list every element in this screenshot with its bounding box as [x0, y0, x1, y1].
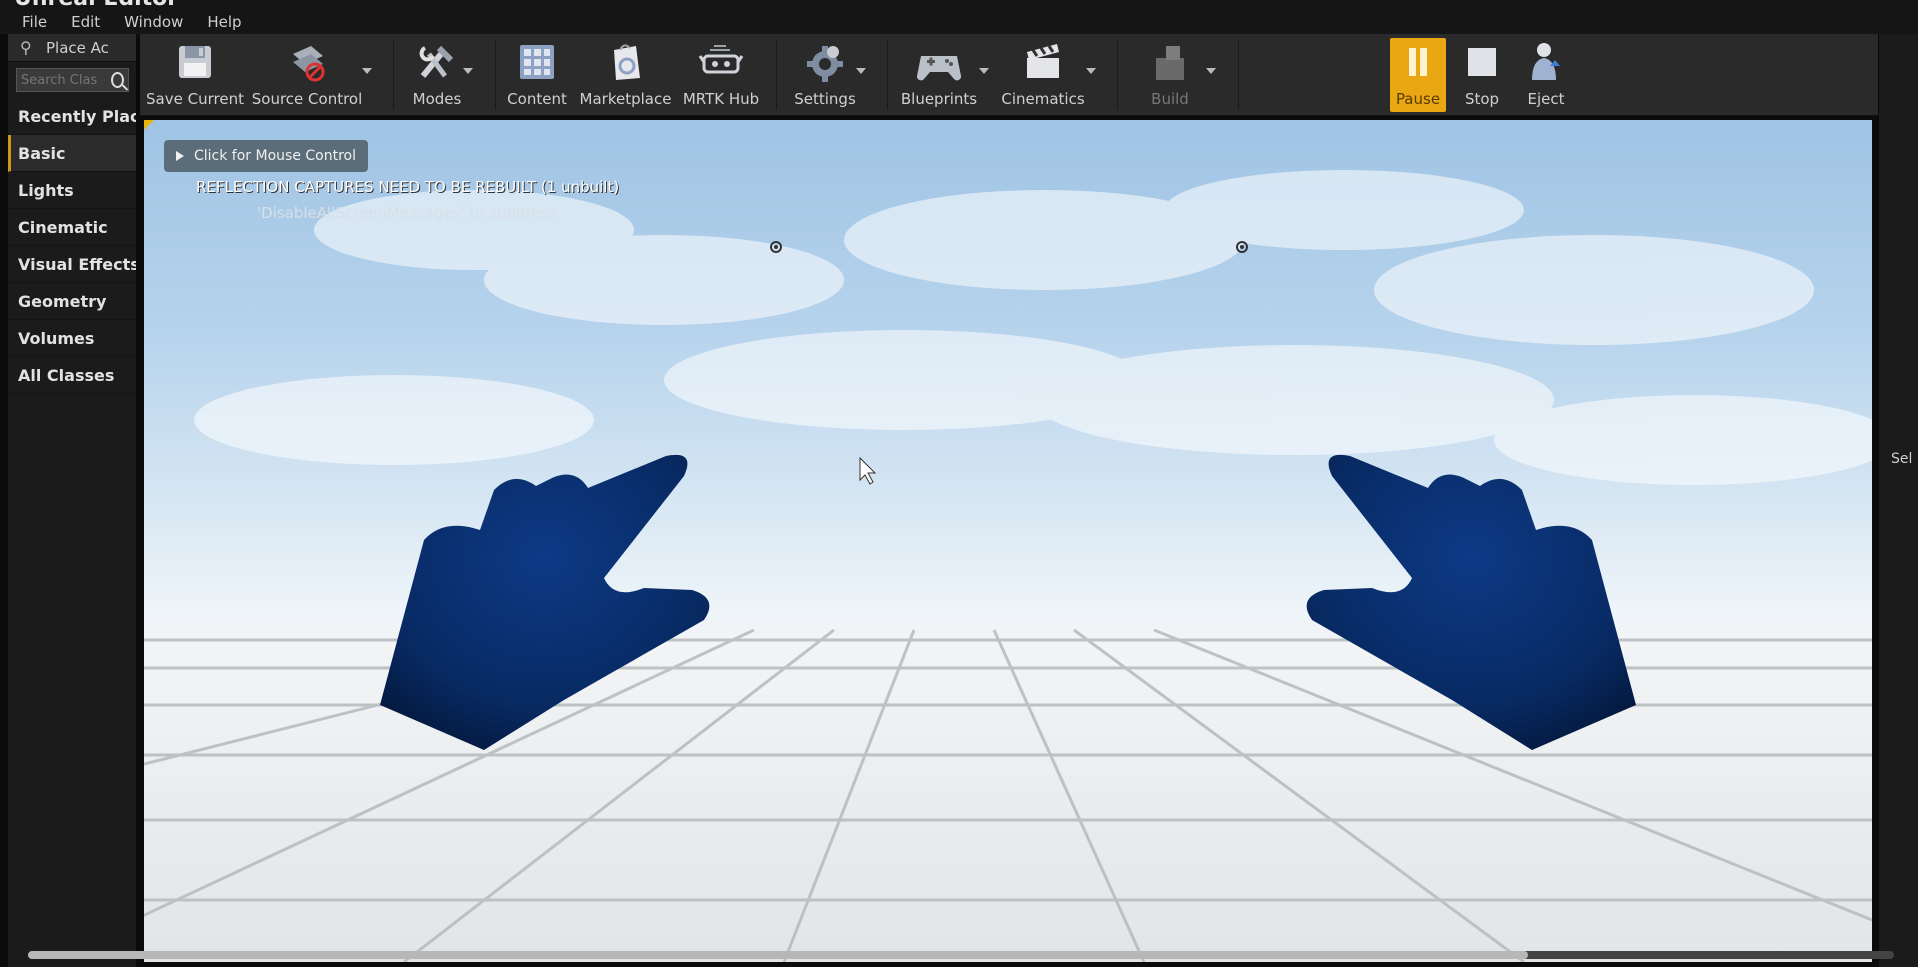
pause-button[interactable]: Pause	[1390, 38, 1446, 112]
settings-dropdown[interactable]	[856, 68, 866, 74]
cinematics-button[interactable]: Cinematics	[998, 38, 1088, 112]
place-actors-icon: ⚲	[20, 37, 32, 57]
source-control-button[interactable]: Source Control	[252, 38, 362, 112]
content-label: Content	[507, 90, 567, 108]
blueprints-label: Blueprints	[900, 90, 978, 108]
marketplace-label: Marketplace	[579, 90, 672, 108]
modes-dropdown[interactable]	[463, 68, 473, 74]
clapperboard-icon	[1019, 38, 1067, 86]
source-control-icon	[283, 38, 331, 86]
category-cinematic[interactable]: Cinematic	[8, 209, 136, 246]
place-actors-panel: ⚲ Place Ac Recently Placed Basic Lights …	[8, 34, 137, 967]
content-grid-icon	[513, 38, 561, 86]
mrtk-hub-label: MRTK Hub	[682, 90, 760, 108]
content-button[interactable]: Content	[502, 38, 572, 112]
category-all-classes[interactable]: All Classes	[8, 357, 136, 394]
toolbar-separator	[1238, 40, 1239, 110]
menu-help[interactable]: Help	[207, 13, 241, 31]
toolbar-separator	[887, 40, 888, 110]
modes-tools-icon	[413, 38, 461, 86]
menu-window[interactable]: Window	[124, 13, 183, 31]
details-panel-strip: Sel	[1878, 34, 1918, 967]
pause-icon	[1394, 38, 1442, 86]
eject-person-icon	[1522, 38, 1570, 86]
category-visual-effects[interactable]: Visual Effects	[8, 246, 136, 283]
place-actors-tab[interactable]: ⚲ Place Ac	[8, 34, 136, 62]
settings-button[interactable]: Settings	[785, 38, 865, 112]
reticle-icon	[770, 241, 782, 253]
scene-render	[144, 170, 1872, 962]
category-basic[interactable]: Basic	[8, 135, 136, 172]
stop-button[interactable]: Stop	[1452, 38, 1512, 112]
category-geometry[interactable]: Geometry	[8, 283, 136, 320]
modes-label: Modes	[412, 90, 462, 108]
eject-label: Eject	[1527, 90, 1565, 108]
source-control-dropdown[interactable]	[362, 68, 372, 74]
build-button[interactable]: Build	[1130, 38, 1210, 112]
toolbar-separator	[393, 40, 394, 110]
build-dropdown[interactable]	[1206, 68, 1216, 74]
place-actors-tab-label: Place Ac	[46, 38, 109, 57]
save-current-button[interactable]: Save Current	[146, 38, 244, 112]
menu-edit[interactable]: Edit	[71, 13, 100, 31]
menu-file[interactable]: File	[22, 13, 47, 31]
modes-button[interactable]: Modes	[402, 38, 472, 112]
save-current-label: Save Current	[146, 90, 244, 108]
blueprints-dropdown[interactable]	[979, 68, 989, 74]
main-toolbar: Save Current Source Control Modes Conten…	[140, 34, 1878, 116]
cinematics-dropdown[interactable]	[1086, 68, 1096, 74]
toolbar-separator	[495, 40, 496, 110]
toolbar-separator	[776, 40, 777, 110]
category-volumes[interactable]: Volumes	[8, 320, 136, 357]
settings-gear-icon	[801, 38, 849, 86]
game-viewport[interactable]: Click for Mouse Control REFLECTION CAPTU…	[144, 120, 1872, 962]
mrtk-hub-button[interactable]: MRTK Hub	[676, 38, 766, 112]
window-title: Unreal Editor	[14, 0, 178, 10]
build-blocks-icon	[1146, 38, 1194, 86]
blueprints-button[interactable]: Blueprints	[894, 38, 984, 112]
stop-label: Stop	[1464, 90, 1500, 108]
mrtk-hub-icon	[697, 38, 745, 86]
mouse-control-button[interactable]: Click for Mouse Control	[164, 140, 368, 172]
search-classes-input[interactable]	[21, 72, 111, 88]
category-recently-placed[interactable]: Recently Placed	[8, 98, 136, 135]
scrollbar-thumb[interactable]	[28, 951, 1528, 959]
horizontal-scrollbar[interactable]	[28, 951, 1894, 959]
eject-button[interactable]: Eject	[1516, 38, 1576, 112]
reflection-warning: REFLECTION CAPTURES NEED TO BE REBUILT (…	[196, 178, 620, 196]
source-control-label: Source Control	[251, 90, 363, 108]
selection-label: Sel	[1891, 451, 1913, 467]
category-lights[interactable]: Lights	[8, 172, 136, 209]
suppress-hint: 'DisableAllScreenMessages' to suppress	[257, 204, 557, 222]
build-label: Build	[1151, 90, 1189, 108]
blueprints-controller-icon	[915, 38, 963, 86]
settings-label: Settings	[794, 90, 856, 108]
search-classes-box	[16, 68, 129, 92]
stop-icon	[1458, 38, 1506, 86]
pause-label: Pause	[1395, 90, 1441, 108]
title-strip: Unreal Editor	[0, 0, 1918, 10]
toolbar-separator	[1117, 40, 1118, 110]
reticle-icon	[1236, 241, 1248, 253]
search-icon[interactable]	[111, 72, 124, 88]
floppy-disk-icon	[171, 38, 219, 86]
marketplace-button[interactable]: Marketplace	[578, 38, 673, 112]
marketplace-bag-icon	[602, 38, 650, 86]
cinematics-label: Cinematics	[1001, 90, 1085, 108]
menu-bar: File Edit Window Help	[0, 10, 1918, 34]
